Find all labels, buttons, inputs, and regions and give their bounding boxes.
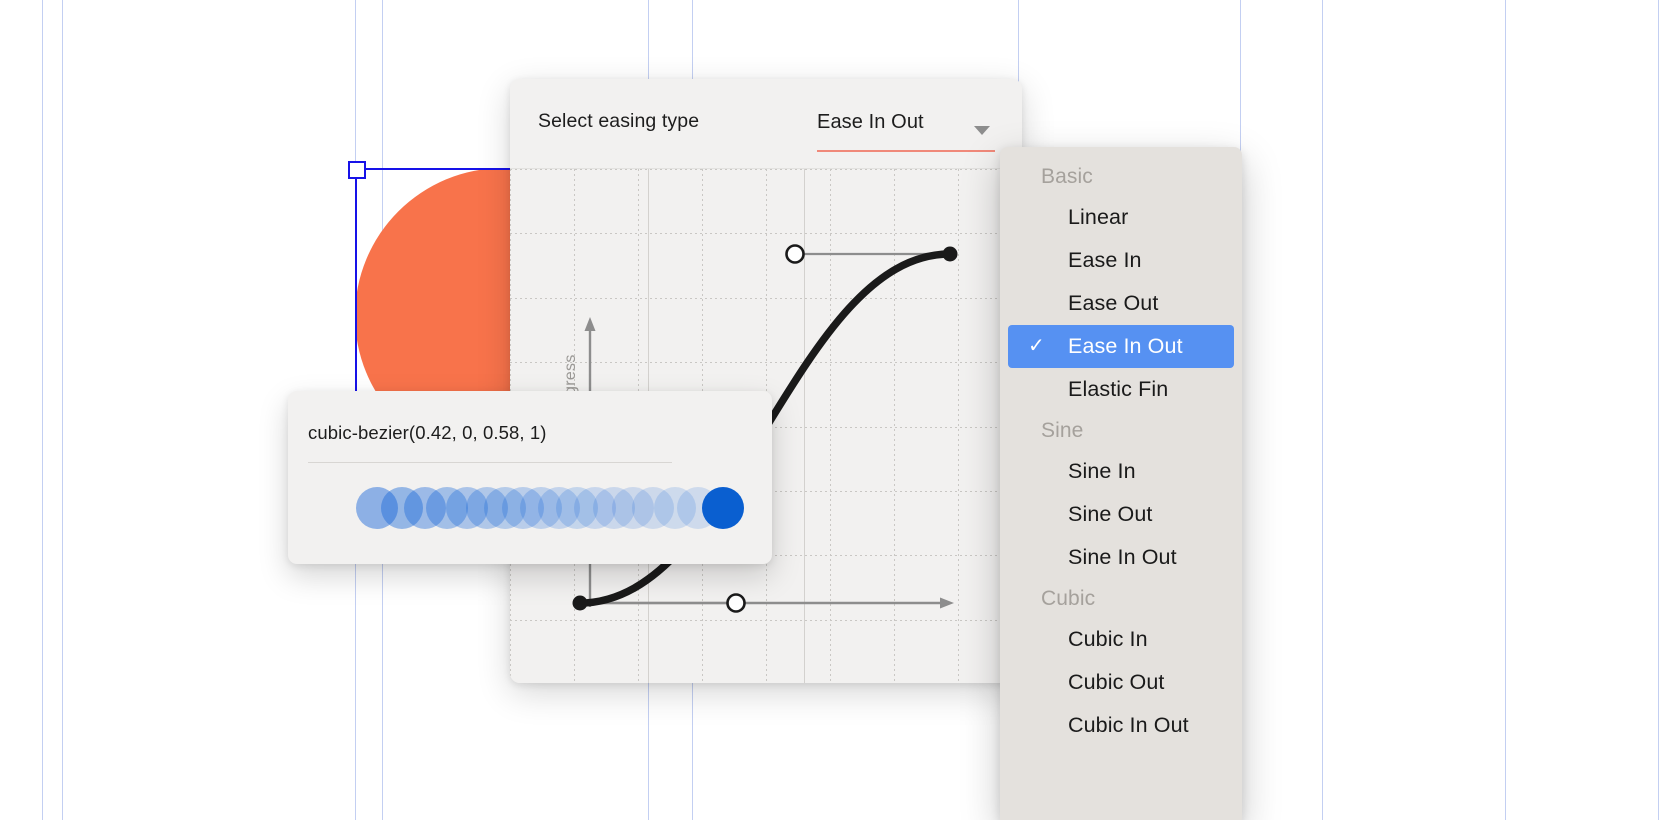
cubic-bezier-formula: cubic-bezier(0.42, 0, 0.58, 1) — [308, 422, 547, 444]
easing-editor-panel: Select easing type Ease In Out — [510, 79, 1022, 683]
menu-item-label: Cubic In — [1068, 627, 1148, 651]
panel-header: Select easing type Ease In Out — [510, 79, 1022, 168]
menu-group-label-sine: Sine — [1000, 411, 1242, 450]
guide-line-10 — [1658, 0, 1659, 820]
easing-preview-popover: cubic-bezier(0.42, 0, 0.58, 1) — [288, 391, 772, 564]
guide-line-9 — [1505, 0, 1506, 820]
menu-item-sine-in[interactable]: Sine In — [1000, 450, 1242, 493]
menu-item-ease-out[interactable]: Ease Out — [1000, 282, 1242, 325]
easing-type-select[interactable]: Ease In Out — [817, 109, 995, 145]
curve-anchor-end — [943, 247, 958, 262]
menu-item-label: Ease In Out — [1068, 334, 1183, 358]
menu-item-label: Cubic Out — [1068, 670, 1165, 694]
easing-type-dropdown-menu[interactable]: Basic Linear Ease In Ease Out ✓ Ease In Out El… — [1000, 147, 1242, 820]
menu-item-label: Ease In — [1068, 248, 1142, 272]
check-icon: ✓ — [1028, 325, 1045, 368]
select-underline — [817, 150, 995, 152]
menu-group-label-basic: Basic — [1000, 157, 1242, 196]
animated-ball — [702, 487, 744, 529]
app-canvas: Select easing type Ease In Out — [0, 0, 1680, 820]
y-axis-arrow — [585, 317, 596, 331]
menu-item-cubic-in-out[interactable]: Cubic In Out — [1000, 704, 1242, 747]
menu-item-sine-out[interactable]: Sine Out — [1000, 493, 1242, 536]
guide-line-8 — [1322, 0, 1323, 820]
menu-item-label: Ease Out — [1068, 291, 1158, 315]
menu-item-label: Sine Out — [1068, 502, 1152, 526]
guide-line-1 — [62, 0, 63, 820]
menu-item-linear[interactable]: Linear — [1000, 196, 1242, 239]
menu-item-cubic-out[interactable]: Cubic Out — [1000, 661, 1242, 704]
ball-animation-track — [308, 477, 752, 557]
menu-item-label: Sine In — [1068, 459, 1136, 483]
menu-item-ease-in-out[interactable]: ✓ Ease In Out — [1008, 325, 1234, 368]
menu-item-cubic-in[interactable]: Cubic In — [1000, 618, 1242, 661]
curve-anchor-start — [573, 596, 588, 611]
panel-title: Select easing type — [538, 110, 699, 133]
menu-item-label: Cubic In Out — [1068, 713, 1189, 737]
chevron-down-icon[interactable] — [974, 126, 990, 135]
menu-item-label: Elastic Fin — [1068, 377, 1168, 401]
curve-control-point-2 — [787, 246, 804, 263]
popover-divider — [308, 462, 672, 463]
x-axis-arrow — [940, 598, 954, 609]
menu-item-ease-in[interactable]: Ease In — [1000, 239, 1242, 282]
menu-group-label-cubic: Cubic — [1000, 579, 1242, 618]
menu-item-elastic-fin[interactable]: Elastic Fin — [1000, 368, 1242, 411]
selection-handle-top-left[interactable] — [348, 161, 366, 179]
guide-line-0 — [42, 0, 43, 820]
menu-item-label: Sine In Out — [1068, 545, 1177, 569]
menu-item-label: Linear — [1068, 205, 1128, 229]
menu-item-sine-in-out[interactable]: Sine In Out — [1000, 536, 1242, 579]
curve-control-point-1 — [728, 595, 745, 612]
easing-type-select-value: Ease In Out — [817, 111, 924, 134]
